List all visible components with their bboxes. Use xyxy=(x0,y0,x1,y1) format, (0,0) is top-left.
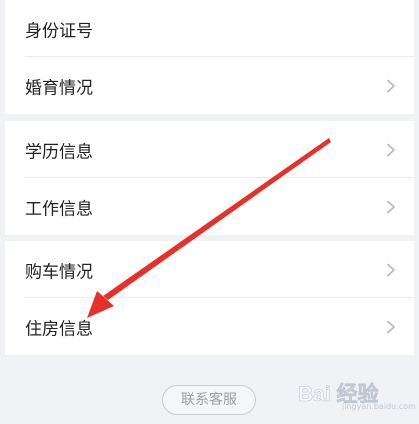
chevron-right-icon xyxy=(387,79,395,92)
list-item-marital-status[interactable]: 婚育情况 xyxy=(5,57,414,114)
list-item-housing[interactable]: 住房信息 xyxy=(5,298,414,355)
chevron-right-icon xyxy=(387,320,395,333)
id-number-label: 身份证号 xyxy=(25,21,93,41)
work-label: 工作信息 xyxy=(25,199,93,219)
chevron-right-icon xyxy=(387,263,395,276)
housing-label: 住房信息 xyxy=(25,319,93,339)
marital-status-label: 婚育情况 xyxy=(25,78,93,98)
contact-support-button[interactable]: 联系客服 xyxy=(162,385,256,415)
watermark-sub: jingyan.baidu.com xyxy=(342,402,416,411)
list-item-id-number[interactable]: 身份证号 xyxy=(5,0,414,57)
list-item-car[interactable]: 购车情况 xyxy=(5,241,414,298)
section-assets: 购车情况 住房信息 xyxy=(5,241,414,355)
education-label: 学历信息 xyxy=(25,142,93,162)
list-item-work[interactable]: 工作信息 xyxy=(5,178,414,235)
list-item-education[interactable]: 学历信息 xyxy=(5,121,414,178)
section-personal: 身份证号 婚育情况 xyxy=(5,0,414,114)
section-career: 学历信息 工作信息 xyxy=(5,121,414,235)
chevron-right-icon xyxy=(387,200,395,213)
car-label: 购车情况 xyxy=(25,262,93,282)
chevron-right-icon xyxy=(387,143,395,156)
settings-page: 身份证号 婚育情况 学历信息 工作信息 购车情况 住房信息 联系客服 Bai 经… xyxy=(0,0,419,424)
baidu-jingyan-watermark: Bai 经验 jingyan.baidu.com xyxy=(298,370,416,414)
